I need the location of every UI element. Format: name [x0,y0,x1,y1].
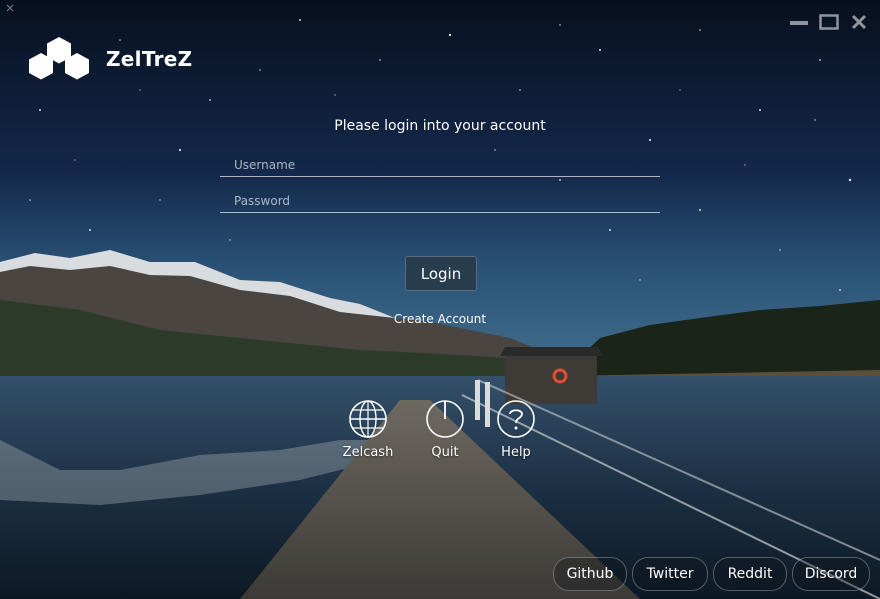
minimize-icon[interactable] [788,12,810,32]
password-input[interactable] [220,194,660,212]
help-button[interactable]: Help [481,399,551,460]
github-link[interactable]: Github [553,557,627,591]
landscape-illustration [0,0,880,599]
username-input[interactable] [220,158,660,176]
app-window: ZelTreZ Please login into your account L… [0,0,880,599]
login-heading: Please login into your account [334,118,546,134]
globe-icon [349,400,387,438]
help-label: Help [501,445,531,460]
logo-icon [29,37,89,80]
password-field-container [220,190,660,213]
app-name: ZelTreZ [106,47,193,71]
zelcash-label: Zelcash [342,445,394,460]
power-icon [426,400,464,438]
maximize-icon[interactable] [818,12,840,32]
reddit-link[interactable]: Reddit [713,557,787,591]
background-image [0,0,880,599]
quit-button[interactable]: Quit [410,399,480,460]
username-field-container [220,154,660,177]
brand: ZelTreZ [26,36,192,82]
window-controls [788,12,870,32]
create-account-link[interactable]: Create Account [0,312,880,326]
help-icon [497,400,535,438]
close-icon[interactable] [848,12,870,32]
zelcash-button[interactable]: Zelcash [333,399,403,460]
quit-label: Quit [431,445,459,460]
resize-corner-icon [6,4,14,12]
twitter-link[interactable]: Twitter [632,557,708,591]
discord-link[interactable]: Discord [792,557,870,591]
login-button[interactable]: Login [405,256,477,291]
